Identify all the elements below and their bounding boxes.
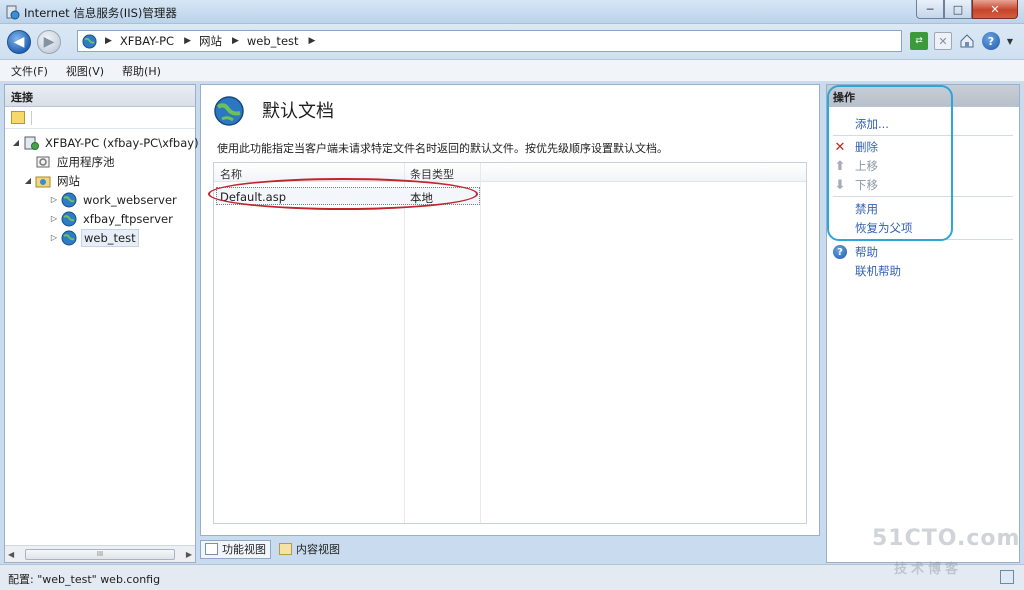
tree-expander-icon[interactable]: ◢ [23, 176, 33, 185]
scroll-thumb[interactable]: III [25, 548, 175, 560]
action-online-help[interactable]: 联机帮助 [833, 262, 901, 280]
tree-node-site[interactable]: ▷ work_webserver [49, 190, 179, 209]
breadcrumb-separator-icon: ▶ [105, 36, 112, 46]
back-button[interactable]: ◀ [7, 30, 31, 54]
tab-label: 内容视图 [296, 543, 340, 556]
tree-node-label: XFBAY-PC (xfbay-PC\xfbay) [45, 135, 199, 150]
default-documents-list: 名称 条目类型 Default.asp 本地 [208, 162, 807, 524]
tree-node-label: web_test [81, 228, 139, 247]
tree-expander-icon[interactable]: ▷ [49, 195, 59, 204]
tab-label: 功能视图 [222, 543, 266, 556]
server-icon [24, 136, 39, 150]
refresh-icon[interactable]: ⇄ [910, 32, 928, 50]
menu-file[interactable]: 文件(F) [11, 63, 48, 79]
chevron-down-icon[interactable]: ▼ [1006, 32, 1014, 50]
connections-pane: 连接 ◢ XFBAY-PC (xfbay-PC\xfbay) 应用程序池 ◢ 网… [4, 84, 199, 563]
tab-features-view[interactable]: 功能视图 [200, 539, 271, 559]
title-bar: Internet 信息服务(IIS)管理器 ─ □ ✕ [0, 0, 1024, 24]
menu-help[interactable]: 帮助(H) [122, 63, 161, 79]
action-label: 联机帮助 [855, 264, 901, 278]
menu-bar: 文件(F) 视图(V) 帮助(H) [0, 60, 1024, 82]
tree-node-site[interactable]: ▷ xfbay_ftpserver [49, 209, 175, 228]
toolbar: ⇄ ✕ ? ▼ [910, 32, 1014, 50]
globe-icon [61, 230, 77, 245]
connections-toolbar [5, 107, 195, 129]
action-help[interactable]: ? 帮助 [833, 243, 878, 261]
toolbar-divider [31, 110, 32, 125]
page-description: 使用此功能指定当客户端未请求特定文件名时返回的默认文件。按优先级顺序设置默认文档… [217, 142, 668, 155]
help-icon[interactable]: ? [982, 32, 1000, 50]
breadcrumb-separator-icon: ▶ [308, 36, 316, 46]
page-title: 默认文档 [262, 101, 334, 122]
tree-expander-icon[interactable]: ◢ [11, 138, 21, 147]
window-controls: ─ □ ✕ [916, 0, 1018, 19]
column-header-name[interactable]: 名称 [220, 166, 242, 182]
column-divider [480, 163, 481, 523]
breadcrumb-item[interactable]: web_test [247, 34, 299, 48]
breadcrumb-item[interactable]: 网站 [199, 33, 222, 49]
status-text: 配置: "web_test" web.config [8, 573, 161, 586]
navigation-bar: ◀ ▶ ▶ XFBAY-PC ▶ 网站 ▶ web_test ▶ ⇄ ✕ ? ▼ [0, 24, 1024, 60]
network-status-icon [1000, 570, 1014, 584]
default-document-globe-icon [214, 96, 244, 126]
minimize-button[interactable]: ─ [916, 0, 944, 19]
app-pool-icon [36, 156, 50, 167]
action-label: 帮助 [855, 245, 878, 259]
breadcrumb-item[interactable]: XFBAY-PC [120, 34, 174, 48]
status-bar: 配置: "web_test" web.config [0, 564, 1024, 590]
feature-page: 默认文档 使用此功能指定当客户端未请求特定文件名时返回的默认文件。按优先级顺序设… [200, 84, 820, 536]
help-icon: ? [833, 245, 847, 259]
tree-node-label: work_webserver [83, 192, 177, 207]
globe-icon [61, 192, 77, 207]
watermark: 51CTO.com [872, 526, 1021, 551]
back-arrow-icon: ◀ [13, 34, 25, 50]
tree-node-label: xfbay_ftpserver [83, 211, 173, 226]
tree-node-server[interactable]: ◢ XFBAY-PC (xfbay-PC\xfbay) [11, 133, 201, 152]
actions-pane: 操作 添加... ✕ 删除 ⬆ 上移 ⬇ 下移 禁用 恢复为父项 ? 帮助 联机… [826, 84, 1020, 563]
home-icon[interactable] [958, 32, 976, 50]
close-button[interactable]: ✕ [972, 0, 1018, 19]
globe-icon [61, 211, 77, 226]
tree-node-label: 网站 [57, 173, 80, 188]
scroll-left-icon[interactable]: ◀ [8, 550, 14, 559]
globe-icon [82, 33, 97, 49]
stop-icon[interactable]: ✕ [934, 32, 952, 50]
address-bar[interactable]: ▶ XFBAY-PC ▶ 网站 ▶ web_test ▶ [77, 30, 902, 52]
scroll-right-icon[interactable]: ▶ [186, 550, 192, 559]
maximize-button[interactable]: □ [944, 0, 972, 19]
tree-node-app-pools[interactable]: 应用程序池 [35, 152, 117, 171]
column-divider [404, 163, 405, 523]
view-switcher: 功能视图 内容视图 [200, 538, 348, 560]
menu-view[interactable]: 视图(V) [66, 63, 104, 79]
watermark: 技术博客 [894, 562, 963, 577]
breadcrumb-separator-icon: ▶ [184, 36, 191, 46]
connections-header: 连接 [5, 85, 195, 107]
scroll-grip-icon: III [96, 550, 104, 558]
features-view-icon [205, 543, 218, 555]
iis-app-icon [6, 5, 20, 20]
connections-tree: ◢ XFBAY-PC (xfbay-PC\xfbay) 应用程序池 ◢ 网站 ▷… [5, 129, 199, 247]
tab-content-view[interactable]: 内容视图 [275, 540, 344, 559]
tree-expander-icon[interactable]: ▷ [49, 214, 59, 223]
highlight-annotation [208, 178, 478, 210]
online-help-icon [833, 264, 847, 278]
forward-button[interactable]: ▶ [37, 30, 61, 54]
horizontal-scrollbar[interactable]: ◀ III ▶ [5, 545, 195, 562]
forward-arrow-icon: ▶ [43, 34, 55, 50]
window-title: Internet 信息服务(IIS)管理器 [24, 6, 177, 20]
tree-node-sites[interactable]: ◢ 网站 [23, 171, 82, 190]
tree-node-site-selected[interactable]: ▷ web_test [49, 228, 139, 247]
content-view-icon [279, 543, 292, 555]
sites-folder-icon [35, 176, 51, 187]
breadcrumb-separator-icon: ▶ [231, 36, 239, 46]
new-connection-icon[interactable] [11, 111, 25, 124]
tree-node-label: 应用程序池 [57, 154, 115, 169]
highlight-annotation [827, 85, 953, 241]
tree-expander-icon[interactable]: ▷ [49, 233, 59, 242]
